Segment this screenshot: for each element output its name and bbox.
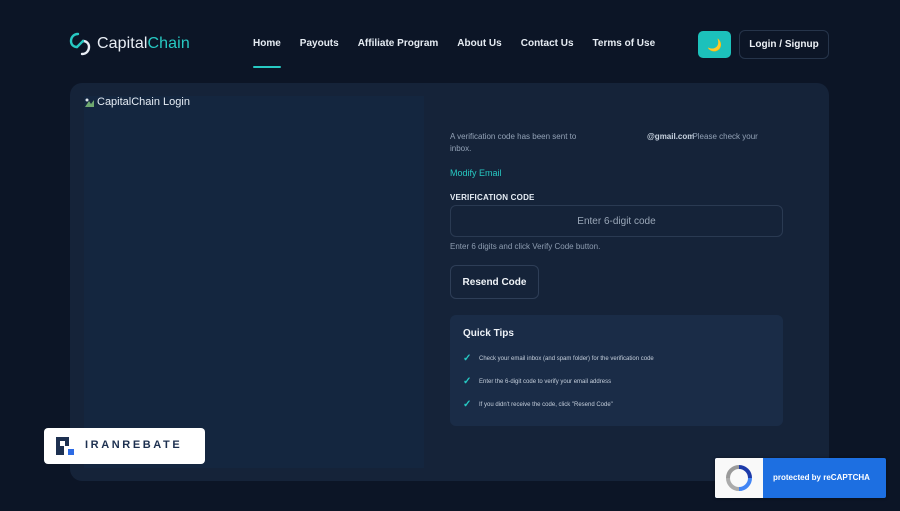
verification-code-label: VERIFICATION CODE <box>450 193 535 202</box>
quick-tips-title: Quick Tips <box>463 328 514 339</box>
broken-image-icon <box>85 98 94 107</box>
code-hint-text: Enter 6 digits and click Verify Code but… <box>450 242 601 251</box>
check-icon: ✓ <box>463 353 472 364</box>
check-icon: ✓ <box>463 376 472 387</box>
tip-item: ✓ If you didn't receive the code, click … <box>463 399 613 410</box>
recaptcha-logo <box>715 458 763 498</box>
main-nav: Home Payouts Affiliate Program About Us … <box>253 38 656 68</box>
recaptcha-icon <box>726 465 752 491</box>
capitalchain-logo[interactable]: CapitalChain <box>69 31 190 57</box>
nav-about-us[interactable]: About Us <box>457 38 501 49</box>
logo-text: CapitalChain <box>97 35 190 52</box>
chain-link-logo-icon <box>69 32 91 56</box>
modify-email-link[interactable]: Modify Email <box>450 168 502 178</box>
broken-login-image: CapitalChain Login <box>84 96 190 108</box>
site-header: CapitalChain Home Payouts Affiliate Prog… <box>0 0 900 84</box>
login-image-alt-text: CapitalChain Login <box>97 96 190 108</box>
quick-tips-box: Quick Tips ✓ Check your email inbox (and… <box>450 315 783 426</box>
nav-contact-us[interactable]: Contact Us <box>521 38 574 49</box>
login-image-panel: CapitalChain Login <box>84 96 424 468</box>
nav-home[interactable]: Home <box>253 38 281 68</box>
login-signup-button[interactable]: Login / Signup <box>739 30 829 59</box>
theme-toggle-button[interactable]: 🌙 <box>698 31 731 58</box>
tip-item: ✓ Check your email inbox (and spam folde… <box>463 353 654 364</box>
check-icon: ✓ <box>463 399 472 410</box>
nav-affiliate-program[interactable]: Affiliate Program <box>358 38 439 49</box>
iranrebate-badge[interactable]: IRANREBATE <box>44 428 205 464</box>
nav-terms-of-use[interactable]: Terms of Use <box>593 38 656 49</box>
tip-item: ✓ Enter the 6-digit code to verify your … <box>463 376 612 387</box>
recaptcha-badge[interactable]: protected by reCAPTCHA <box>715 458 886 498</box>
verification-code-input[interactable] <box>450 205 783 237</box>
nav-payouts[interactable]: Payouts <box>300 38 339 49</box>
resend-code-button[interactable]: Resend Code <box>450 265 539 299</box>
verification-card: CapitalChain Login A verification code h… <box>70 83 829 481</box>
verification-sent-message: A verification code has been sent to @gm… <box>450 132 758 153</box>
iranrebate-text: IRANREBATE <box>85 439 183 451</box>
iranrebate-logo-icon <box>56 437 74 455</box>
recaptcha-text: protected by reCAPTCHA <box>773 473 870 482</box>
moon-icon: 🌙 <box>707 37 722 52</box>
